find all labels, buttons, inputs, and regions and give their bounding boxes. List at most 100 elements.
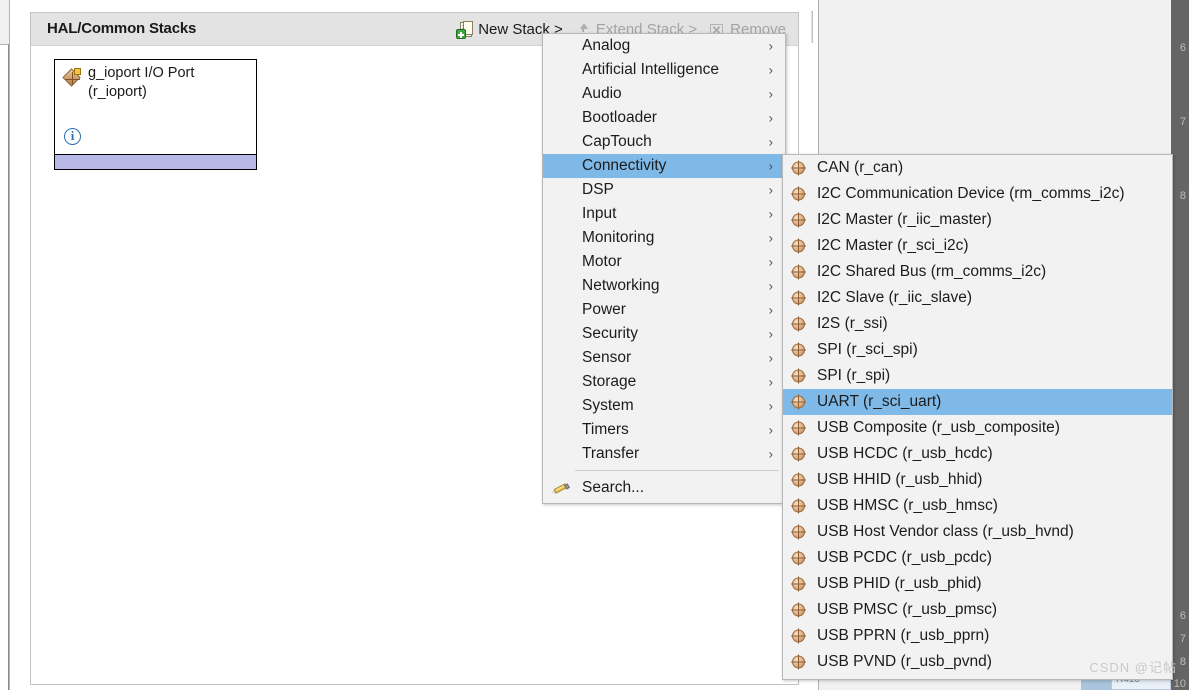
submenu-item-i2c-shared-bus[interactable]: I2C Shared Bus (rm_comms_i2c) (783, 259, 1172, 285)
info-icon[interactable]: i (64, 128, 81, 145)
menu-item-label: Motor (582, 253, 622, 270)
submenu-item-label: USB Host Vendor class (r_usb_hvnd) (817, 523, 1074, 540)
submenu-item-label: CAN (r_can) (817, 159, 904, 176)
menu-item-label: Monitoring (582, 229, 655, 246)
menu-item-bootloader[interactable]: Bootloader › (543, 106, 785, 130)
submenu-item-label: I2C Communication Device (rm_comms_i2c) (817, 185, 1125, 202)
menu-item-input[interactable]: Input › (543, 202, 785, 226)
new-stack-icon (456, 21, 474, 39)
menu-separator (575, 470, 779, 471)
submenu-item-spi-sci[interactable]: SPI (r_sci_spi) (783, 337, 1172, 363)
submenu-item-usb-phid[interactable]: USB PHID (r_usb_phid) (783, 571, 1172, 597)
ruler-number: 6 (1179, 610, 1186, 622)
submenu-item-usb-hcdc[interactable]: USB HCDC (r_usb_hcdc) (783, 441, 1172, 467)
chevron-right-icon: › (768, 326, 773, 342)
menu-item-transfer[interactable]: Transfer › (543, 442, 785, 466)
menu-item-label: DSP (582, 181, 614, 198)
ruler-number: 7 (1179, 116, 1186, 128)
submenu-item-i2c-slave[interactable]: I2C Slave (r_iic_slave) (783, 285, 1172, 311)
module-node-icon (791, 550, 806, 566)
menu-item-sensor[interactable]: Sensor › (543, 346, 785, 370)
menu-item-label: Sensor (582, 349, 632, 366)
chevron-right-icon: › (768, 374, 773, 390)
chevron-right-icon: › (768, 398, 773, 414)
submenu-item-usb-host-vendor-class[interactable]: USB Host Vendor class (r_usb_hvnd) (783, 519, 1172, 545)
menu-item-motor[interactable]: Motor › (543, 250, 785, 274)
module-node-icon (791, 160, 806, 176)
connectivity-submenu[interactable]: CAN (r_can) I2C Communication Device (rm… (782, 154, 1173, 680)
menu-item-monitoring[interactable]: Monitoring › (543, 226, 785, 250)
chevron-right-icon: › (768, 278, 773, 294)
submenu-item-usb-pmsc[interactable]: USB PMSC (r_usb_pmsc) (783, 597, 1172, 623)
submenu-item-label: I2C Master (r_sci_i2c) (817, 237, 969, 254)
menu-item-label: Storage (582, 373, 637, 390)
stack-module-ioport[interactable]: g_ioport I/O Port (r_ioport) i (54, 59, 257, 170)
menu-item-storage[interactable]: Storage › (543, 370, 785, 394)
submenu-item-label: I2C Slave (r_iic_slave) (817, 289, 973, 306)
submenu-item-uart[interactable]: UART (r_sci_uart) (783, 389, 1172, 415)
submenu-item-label: I2C Master (r_iic_master) (817, 211, 992, 228)
submenu-item-usb-hmsc[interactable]: USB HMSC (r_usb_hmsc) (783, 493, 1172, 519)
ruler-number: 7 (1179, 633, 1186, 645)
menu-item-connectivity[interactable]: Connectivity › (543, 154, 785, 178)
stack-module-body: g_ioport I/O Port (r_ioport) i (55, 60, 256, 154)
menu-item-audio[interactable]: Audio › (543, 82, 785, 106)
chevron-right-icon: › (768, 302, 773, 318)
submenu-item-i2s[interactable]: I2S (r_ssi) (783, 311, 1172, 337)
module-node-icon (791, 394, 806, 410)
submenu-item-i2c-master-sci[interactable]: I2C Master (r_sci_i2c) (783, 233, 1172, 259)
menu-item-artificial-intelligence[interactable]: Artificial Intelligence › (543, 58, 785, 82)
submenu-item-label: SPI (r_spi) (817, 367, 891, 384)
submenu-item-can[interactable]: CAN (r_can) (783, 155, 1172, 181)
menu-item-label: Artificial Intelligence (582, 61, 719, 78)
ruler-number: 8 (1179, 656, 1186, 668)
page-title: HAL/Common Stacks (47, 20, 197, 37)
menu-item-timers[interactable]: Timers › (543, 418, 785, 442)
submenu-item-spi[interactable]: SPI (r_spi) (783, 363, 1172, 389)
menu-item-power[interactable]: Power › (543, 298, 785, 322)
chevron-right-icon: › (768, 182, 773, 198)
submenu-item-label: USB HMSC (r_usb_hmsc) (817, 497, 998, 514)
stack-module-driver: (r_ioport) (88, 84, 147, 100)
module-node-icon (791, 576, 806, 592)
module-node-icon (791, 316, 806, 332)
submenu-item-label: USB Composite (r_usb_composite) (817, 419, 1060, 436)
submenu-item-i2c-master-iic[interactable]: I2C Master (r_iic_master) (783, 207, 1172, 233)
submenu-item-usb-pvnd[interactable]: USB PVND (r_usb_pvnd) (783, 649, 1172, 675)
submenu-item-label: USB PCDC (r_usb_pcdc) (817, 549, 992, 566)
menu-item-networking[interactable]: Networking › (543, 274, 785, 298)
submenu-item-label: SPI (r_sci_spi) (817, 341, 918, 358)
chevron-right-icon: › (768, 446, 773, 462)
submenu-item-usb-pprn[interactable]: USB PPRN (r_usb_pprn) (783, 623, 1172, 649)
new-stack-menu[interactable]: Analog › Artificial Intelligence › Audio… (542, 33, 786, 504)
menu-item-dsp[interactable]: DSP › (543, 178, 785, 202)
menu-item-label: Search... (582, 479, 645, 496)
module-node-icon (791, 628, 806, 644)
module-node-icon (791, 264, 806, 280)
submenu-item-usb-pcdc[interactable]: USB PCDC (r_usb_pcdc) (783, 545, 1172, 571)
menu-item-captouch[interactable]: CapTouch › (543, 130, 785, 154)
menu-item-label: CapTouch (582, 133, 652, 150)
submenu-item-usb-hhid[interactable]: USB HHID (r_usb_hhid) (783, 467, 1172, 493)
module-node-icon (791, 238, 806, 254)
submenu-item-usb-composite[interactable]: USB Composite (r_usb_composite) (783, 415, 1172, 441)
menu-item-label: Audio (582, 85, 622, 102)
submenu-item-label: USB PMSC (r_usb_pmsc) (817, 601, 998, 618)
menu-item-label: Security (582, 325, 638, 342)
menu-item-label: Transfer (582, 445, 640, 462)
code-ruler: 6 7 8 6 7 8 10 (1171, 0, 1189, 690)
chevron-right-icon: › (768, 158, 773, 174)
menu-item-security[interactable]: Security › (543, 322, 785, 346)
menu-item-analog[interactable]: Analog › (543, 34, 785, 58)
submenu-item-i2c-comms-device[interactable]: I2C Communication Device (rm_comms_i2c) (783, 181, 1172, 207)
submenu-item-label: USB HCDC (r_usb_hcdc) (817, 445, 993, 462)
submenu-item-label: I2C Shared Bus (rm_comms_i2c) (817, 263, 1047, 280)
chevron-right-icon: › (768, 206, 773, 222)
submenu-item-label: USB PVND (r_usb_pvnd) (817, 653, 992, 670)
chevron-right-icon: › (768, 134, 773, 150)
menu-item-search[interactable]: Search... (543, 475, 785, 501)
menu-item-system[interactable]: System › (543, 394, 785, 418)
submenu-item-label: UART (r_sci_uart) (817, 393, 942, 410)
menu-item-label: System (582, 397, 634, 414)
module-node-icon (791, 212, 806, 228)
